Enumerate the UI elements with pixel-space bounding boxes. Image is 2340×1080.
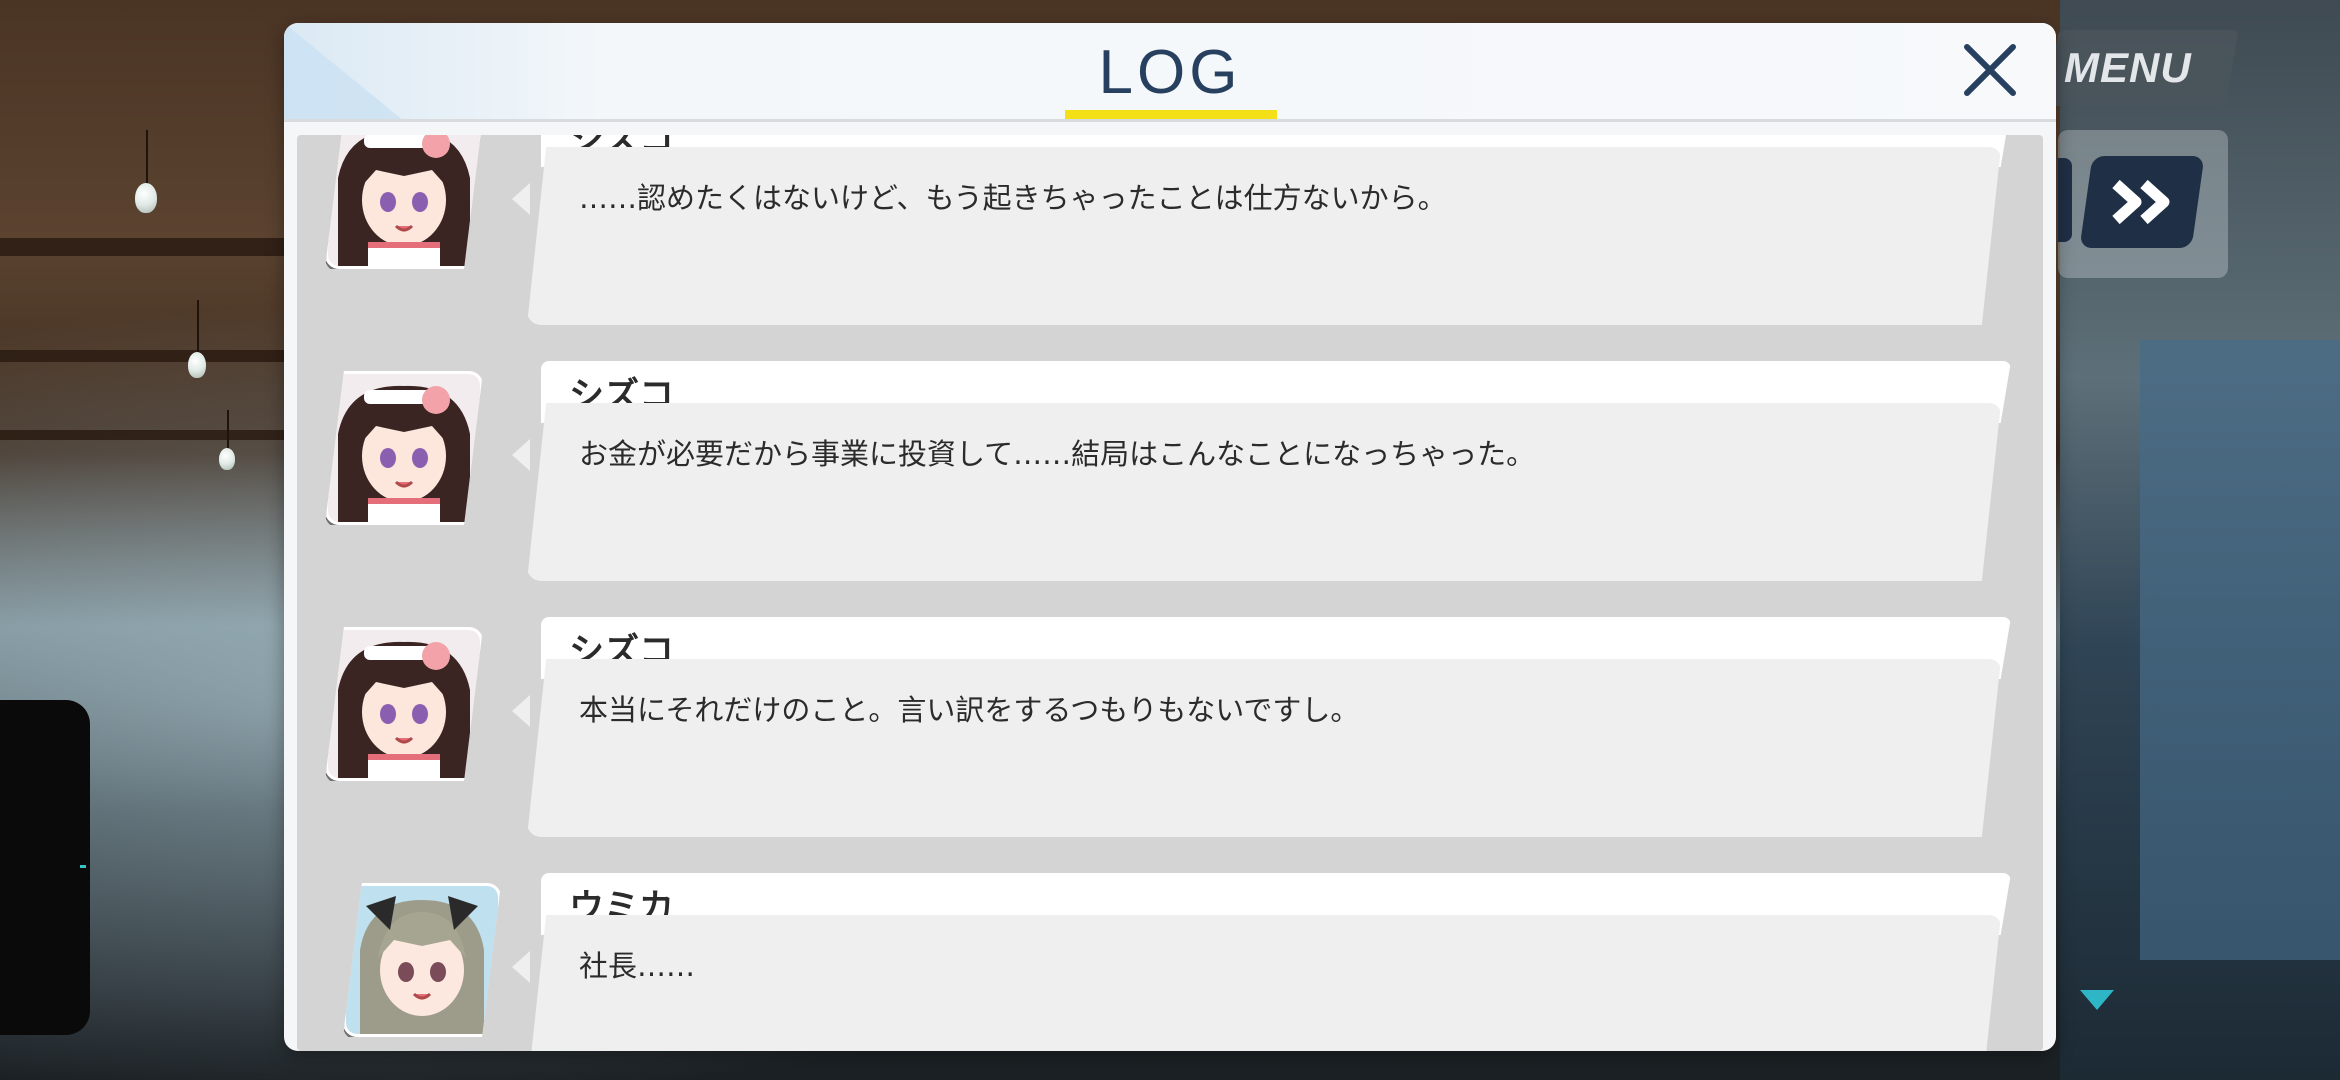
message-text: お金が必要だから事業に投資して……結局はこんなことになっちゃった。	[579, 437, 1536, 471]
message-box: 社長……	[527, 915, 2001, 1051]
log-entry: ウミカ 社長……	[297, 873, 2043, 1051]
title-underline	[1065, 110, 1277, 119]
message-box: ……認めたくはないけど、もう起きちゃったことは仕方ないから。	[527, 147, 2001, 325]
ceiling-beam	[0, 430, 300, 440]
message-box: お金が必要だから事業に投資して……結局はこんなことになっちゃった。	[527, 403, 2001, 581]
fast-forward-button[interactable]	[2079, 156, 2205, 248]
auto-button[interactable]	[2058, 158, 2072, 242]
close-icon	[1964, 44, 2016, 96]
message-text: 社長……	[579, 949, 696, 983]
menu-label: MENU	[2064, 44, 2192, 91]
speaker-portrait	[325, 371, 483, 525]
close-button[interactable]	[1959, 39, 2021, 101]
speaker-portrait	[325, 627, 483, 781]
log-entry: シズコ お金が必要だから事業に投資して……結局はこんなことになっちゃった。	[297, 361, 2043, 597]
menu-button[interactable]: MENU	[2045, 30, 2239, 106]
log-list[interactable]: シズコ ……認めたくはないけど、もう起きちゃったことは仕方ないから。	[297, 135, 2043, 1051]
log-entry: シズコ 本当にそれだけのこと。言い訳をするつもりもないですし。	[297, 617, 2043, 853]
message-text: 本当にそれだけのこと。言い訳をするつもりもないですし。	[579, 693, 1360, 727]
dialog-header: LOG	[284, 23, 2056, 121]
ceiling-lamp	[219, 448, 235, 470]
message-box: 本当にそれだけのこと。言い訳をするつもりもないですし。	[527, 659, 2001, 837]
fast-forward-icon	[2112, 179, 2170, 225]
dialog-title: LOG	[1098, 38, 1242, 107]
speaker-portrait	[325, 135, 483, 269]
speaker-portrait	[343, 883, 501, 1037]
ceiling-beam	[0, 350, 300, 362]
background-wall-blue	[2140, 340, 2340, 960]
ceiling-beam	[0, 238, 300, 256]
ceiling-lamp	[135, 183, 157, 213]
triangle-down-icon	[2080, 990, 2114, 1010]
log-entry: シズコ ……認めたくはないけど、もう起きちゃったことは仕方ないから。	[297, 135, 2043, 341]
message-text: ……認めたくはないけど、もう起きちゃったことは仕方ないから。	[579, 181, 1447, 215]
log-dialog: LOG ……認めたくはないけど、もう起きちゃったことは仕方ないから。 シズコ お…	[284, 23, 2056, 1051]
ceiling-lamp	[188, 352, 206, 378]
side-tab[interactable]	[0, 700, 90, 1035]
